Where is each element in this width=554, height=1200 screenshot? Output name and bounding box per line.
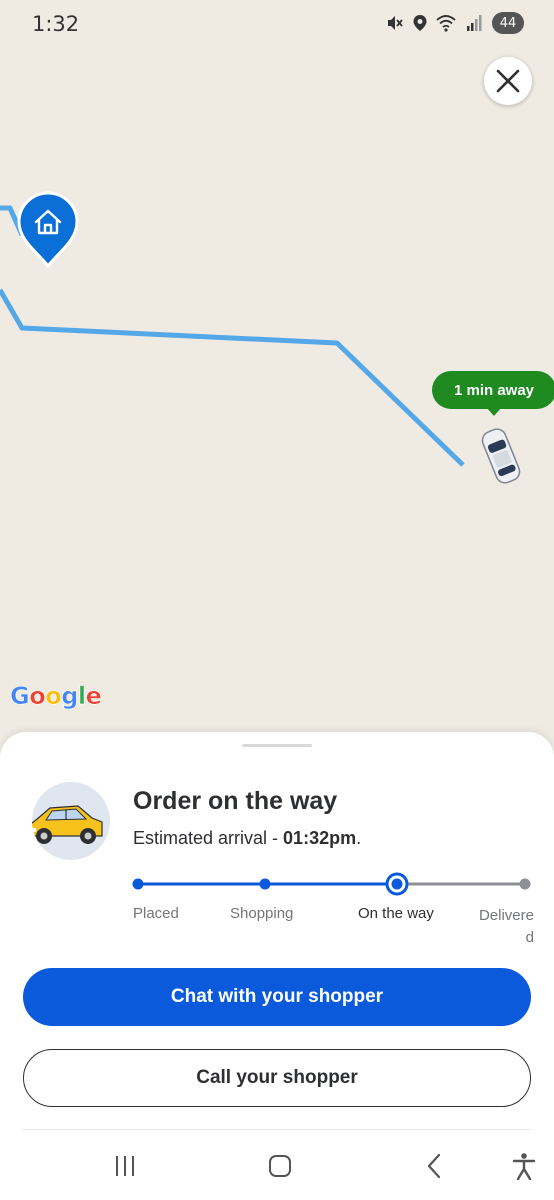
- eta-bubble-tail: [487, 408, 501, 416]
- close-icon: [496, 69, 520, 93]
- status-bar: 1:32 44: [0, 0, 554, 50]
- step-dot-delivered: [519, 878, 531, 890]
- accessibility-button[interactable]: [504, 1150, 544, 1182]
- estimated-arrival: Estimated arrival - 01:32pm.: [133, 828, 362, 848]
- battery-indicator: 44: [492, 12, 524, 34]
- sheet-drag-handle[interactable]: [242, 744, 312, 747]
- step-label-placed: Placed: [133, 905, 179, 922]
- step-label-on-the-way: On the way: [358, 905, 434, 922]
- step-dot-placed: [132, 878, 144, 890]
- eta-time: 01:32pm: [283, 828, 357, 848]
- recent-apps-button[interactable]: [105, 1150, 145, 1182]
- wifi-icon: [436, 15, 456, 32]
- call-shopper-button[interactable]: Call your shopper: [23, 1049, 531, 1107]
- status-icons: 44: [386, 12, 524, 34]
- step-dot-shopping: [259, 878, 271, 890]
- step-label-shopping: Shopping: [230, 905, 294, 922]
- eta-bubble: 1 min away: [432, 371, 554, 409]
- recent-apps-icon: [116, 1156, 134, 1176]
- chat-with-shopper-button[interactable]: Chat with your shopper: [23, 968, 531, 1026]
- google-logo: Google: [10, 682, 102, 711]
- delivery-car-illustration: [32, 782, 110, 860]
- status-time: 1:32: [32, 12, 80, 36]
- order-status-title: Order on the way: [133, 787, 338, 815]
- order-progress-tracker: Placed Shopping On the way Delivered: [0, 872, 554, 952]
- home-pin: [17, 190, 79, 275]
- shopper-car-icon: [476, 425, 526, 492]
- location-icon: [413, 15, 427, 31]
- step-label-delivered: Delivered: [478, 907, 534, 946]
- progress-track: [132, 872, 531, 896]
- home-button[interactable]: [260, 1150, 300, 1182]
- accessibility-icon: [512, 1153, 536, 1180]
- signal-icon: [467, 15, 482, 31]
- system-nav-bar: [0, 1140, 554, 1200]
- mute-icon: [388, 16, 403, 30]
- back-icon: [427, 1153, 441, 1179]
- back-button[interactable]: [415, 1150, 455, 1182]
- map-view[interactable]: 1 min away Google: [0, 0, 554, 760]
- order-status-sheet: Order on the way Estimated arrival - 01:…: [0, 732, 554, 1200]
- close-button[interactable]: [484, 57, 532, 105]
- divider: [23, 1129, 531, 1130]
- home-icon: [269, 1155, 291, 1177]
